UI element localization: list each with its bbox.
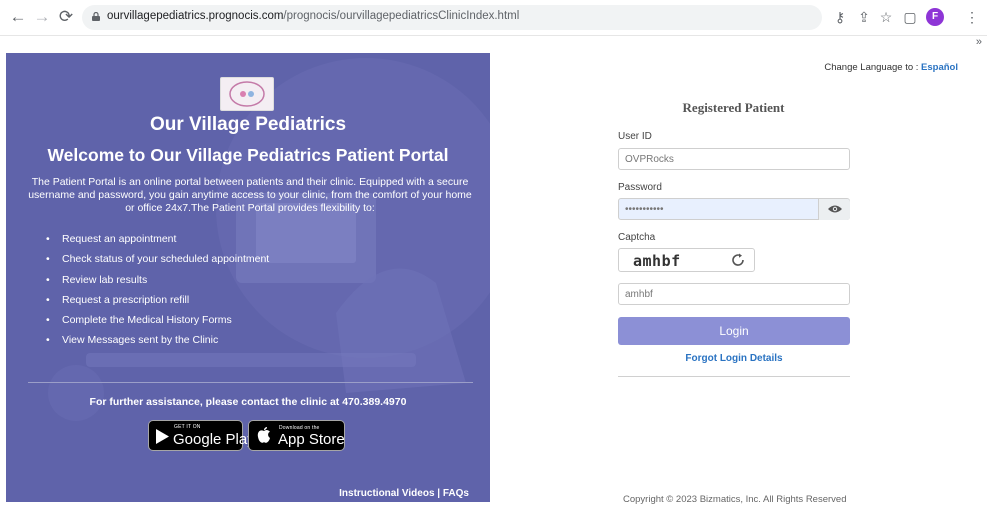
profile-avatar[interactable]: F [926, 8, 944, 26]
list-item: Complete the Medical History Forms [46, 314, 269, 334]
clinic-logo [220, 77, 274, 111]
refresh-captcha-icon[interactable] [730, 252, 746, 268]
key-icon[interactable]: ⚷ [830, 6, 850, 28]
portal-info-panel: Our Village Pediatrics Welcome to Our Vi… [6, 53, 490, 502]
star-icon[interactable]: ☆ [876, 6, 896, 28]
list-item: Check status of your scheduled appointme… [46, 253, 269, 273]
welcome-heading: Welcome to Our Village Pediatrics Patien… [47, 145, 449, 165]
lock-icon [92, 12, 100, 21]
form-title: Registered Patient [682, 100, 785, 115]
instructional-videos-faqs-link[interactable]: Instructional Videos | FAQs [339, 488, 469, 499]
kebab-menu-icon[interactable]: ⋮ [962, 6, 982, 28]
browser-toolbar: ← → ⟳ ourvillagepediatrics.prognocis.com… [0, 0, 987, 36]
assistance-text: For further assistance, please contact t… [89, 396, 407, 408]
password-label: Password [618, 182, 662, 193]
forward-arrow-icon[interactable]: → [30, 5, 54, 29]
copyright-text: Copyright © 2023 Bizmatics, Inc. All Rig… [623, 494, 847, 505]
list-item: Request a prescription refill [46, 294, 269, 314]
side-panel-icon[interactable]: ▢ [900, 6, 920, 28]
forgot-login-link[interactable]: Forgot Login Details [618, 353, 850, 364]
feature-list: Request an appointment Check status of y… [46, 233, 269, 355]
show-password-button[interactable] [818, 199, 850, 220]
apple-icon [257, 427, 270, 443]
list-item: View Messages sent by the Clinic [46, 334, 269, 354]
user-id-label: User ID [618, 131, 652, 142]
address-bar[interactable]: ourvillagepediatrics.prognocis.com/progn… [82, 5, 822, 30]
clinic-name: Our Village Pediatrics [149, 114, 347, 135]
eye-icon [828, 205, 842, 213]
intro-text: The Patient Portal is an online portal b… [28, 176, 472, 214]
url-text: ourvillagepediatrics.prognocis.com/progn… [107, 10, 520, 22]
app-store-button[interactable]: Download on the App Store [248, 420, 345, 451]
list-item: Review lab results [46, 274, 269, 294]
play-store-icon [156, 429, 169, 444]
back-arrow-icon[interactable]: ← [6, 5, 30, 29]
captcha-image: amhbf [618, 248, 755, 272]
captcha-label: Captcha [618, 232, 656, 243]
change-language: Change Language to : Español [824, 62, 958, 73]
google-play-button[interactable]: GET IT ON Google Play [148, 420, 255, 451]
list-item: Request an appointment [46, 233, 269, 253]
divider [28, 382, 473, 383]
user-id-field[interactable]: OVPRocks [618, 148, 850, 170]
captcha-input[interactable]: amhbf [618, 283, 850, 305]
chevron-right-icon[interactable]: » [976, 36, 982, 48]
divider [618, 376, 850, 377]
share-icon[interactable]: ⇪ [854, 6, 874, 28]
bookmarks-bar [0, 36, 987, 52]
password-field[interactable]: ••••••••••• [618, 198, 850, 220]
login-button[interactable]: Login [618, 317, 850, 345]
language-link-espanol[interactable]: Español [921, 62, 958, 73]
reload-icon[interactable]: ⟳ [54, 5, 78, 29]
